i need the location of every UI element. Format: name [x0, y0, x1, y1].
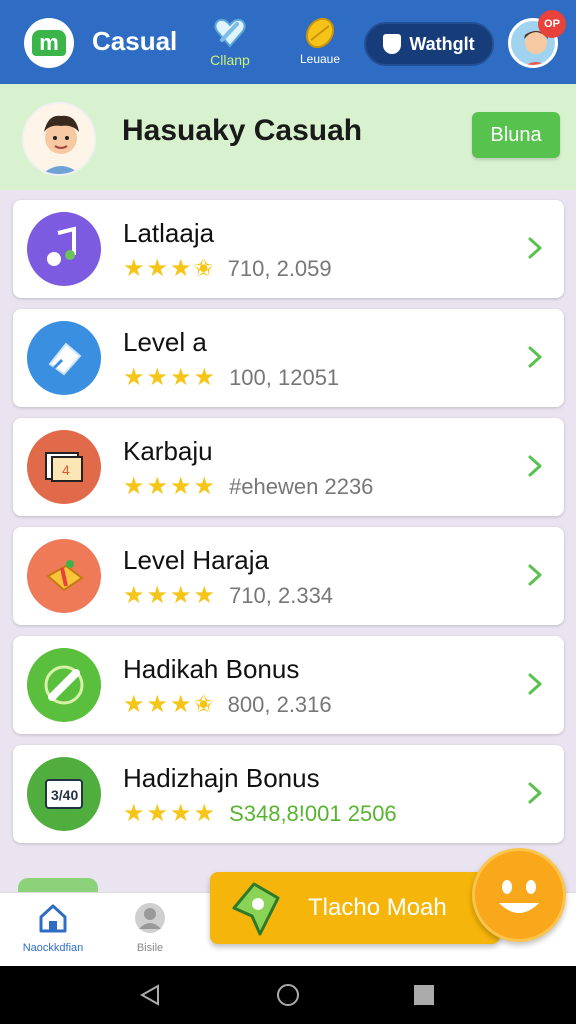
nav-leisure[interactable]: Leuaue — [280, 16, 360, 66]
list-item-title: Latlaaja — [123, 218, 215, 248]
list-item[interactable]: 4 Karbaju ★★★★ #ehewen 2236 — [13, 418, 564, 516]
home-icon — [39, 904, 67, 933]
smiley-fab[interactable] — [472, 848, 566, 942]
page-title: Hasuaky Casuah — [122, 114, 363, 147]
star-rating: ★★★✬ — [123, 255, 216, 282]
watch-button-label: Wathglt — [409, 33, 475, 54]
home-circle-icon[interactable] — [276, 983, 300, 1007]
list-item-meta: 100, 12051 — [229, 364, 340, 390]
gift-icon — [27, 539, 101, 613]
list-item-meta: 710, 2.059 — [227, 255, 332, 281]
app-title: Casual — [92, 26, 178, 56]
smiley-icon — [499, 880, 539, 913]
watch-button[interactable]: Wathglt — [364, 22, 494, 66]
list-item-title: Level Haraja — [123, 545, 269, 575]
nav-leisure-label: Leuaue — [299, 52, 341, 66]
star-rating: ★★★★ — [123, 473, 218, 500]
bell-icon — [27, 321, 101, 395]
recents-icon[interactable] — [412, 983, 436, 1007]
chevron-right-icon[interactable] — [524, 561, 546, 589]
back-icon[interactable] — [138, 983, 162, 1007]
list-item-title: Hadizhajn Bonus — [123, 763, 320, 793]
chevron-right-icon[interactable] — [524, 452, 546, 480]
list-item[interactable]: Hadikah Bonus ★★★✬ 800, 2.316 — [13, 636, 564, 734]
profile-icon — [135, 903, 165, 933]
avatar-character-icon — [42, 115, 80, 174]
logo-mark-icon: m — [32, 30, 66, 56]
bottom-nav-home[interactable]: Naockkdfian — [13, 901, 93, 954]
map-pin-icon — [232, 882, 280, 936]
list-item[interactable]: Level Haraja ★★★★ 710, 2.334 — [13, 527, 564, 625]
profile-header: Hasuaky Casuah Bluna — [0, 84, 576, 190]
bottom-nav-profile-label: Bisile — [136, 942, 164, 954]
chevron-right-icon[interactable] — [524, 234, 546, 262]
list-item-meta: #ehewen 2236 — [229, 473, 374, 499]
shield-icon — [383, 34, 402, 54]
ball-icon — [305, 17, 335, 49]
star-rating: ★★★✬ — [123, 691, 216, 718]
rating-row: ★★★★ S348,8!001 2506 — [123, 799, 397, 828]
heart-icon — [214, 18, 246, 48]
rating-row: ★★★✬ 800, 2.316 — [123, 690, 332, 719]
top-app-bar: m Casual Cllanp Leuaue Wathglt OP — [0, 0, 576, 84]
list-item[interactable]: 3/40 Hadizhajn Bonus ★★★★ S348,8!001 2506 — [13, 745, 564, 843]
svg-text:3/40: 3/40 — [51, 787, 78, 803]
hero-avatar[interactable] — [22, 102, 96, 176]
chevron-right-icon[interactable] — [524, 343, 546, 371]
list-item-meta: 710, 2.334 — [229, 582, 334, 608]
scoreboard-icon: 3/40 — [27, 757, 101, 831]
nav-clean[interactable]: Cllanp — [190, 16, 270, 68]
star-rating: ★★★★ — [123, 364, 218, 391]
system-nav-bar — [0, 966, 576, 1024]
list-item[interactable]: Latlaaja ★★★✬ 710, 2.059 — [13, 200, 564, 298]
primary-cta-button[interactable]: Tlacho Moah — [210, 872, 500, 944]
bottom-nav-home-label: Naockkdfian — [22, 942, 84, 954]
rating-row: ★★★✬ 710, 2.059 — [123, 254, 332, 283]
nav-clean-label: Cllanp — [210, 52, 250, 68]
cta-label: Tlacho Moah — [308, 894, 447, 921]
list-item-title: Karbaju — [123, 436, 213, 466]
rating-row: ★★★★ 710, 2.334 — [123, 581, 333, 610]
rating-row: ★★★★ 100, 12051 — [123, 363, 339, 392]
star-rating: ★★★★ — [123, 800, 218, 827]
app-logo[interactable]: m — [24, 18, 74, 68]
rating-row: ★★★★ #ehewen 2236 — [123, 472, 373, 501]
list-item-title: Hadikah Bonus — [123, 654, 300, 684]
list-item-meta: 800, 2.316 — [227, 691, 332, 717]
tool-icon — [27, 648, 101, 722]
list-item-meta: S348,8!001 2506 — [229, 800, 397, 826]
bottom-nav-profile[interactable]: Bisile — [110, 901, 190, 954]
star-rating: ★★★★ — [123, 582, 218, 609]
chevron-right-icon[interactable] — [524, 670, 546, 698]
photo-icon: 4 — [27, 430, 101, 504]
list-item[interactable]: Level a ★★★★ 100, 12051 — [13, 309, 564, 407]
svg-text:4: 4 — [62, 462, 70, 478]
chevron-right-icon[interactable] — [524, 779, 546, 807]
hero-action-button[interactable]: Bluna — [472, 112, 560, 158]
notification-badge: OP — [538, 10, 566, 38]
music-icon — [27, 212, 101, 286]
list-item-title: Level a — [123, 327, 207, 357]
